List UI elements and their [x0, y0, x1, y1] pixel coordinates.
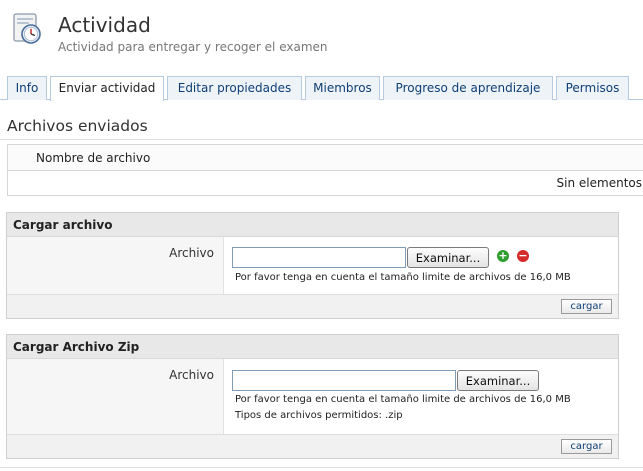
- upload-zip-panel: Cargar Archivo Zip Archivo Examinar... P…: [6, 334, 619, 459]
- panel-footer: cargar: [7, 294, 618, 318]
- submitted-files-table: Nombre de archivo Sin elementos: [7, 144, 643, 196]
- zip-file-path-input[interactable]: [232, 370, 456, 391]
- panel-header: Cargar archivo: [7, 213, 618, 237]
- table-header: Nombre de archivo: [8, 145, 643, 171]
- zip-file-field-label: Archivo: [169, 368, 214, 382]
- panel-footer: cargar: [7, 434, 618, 458]
- add-icon[interactable]: +: [497, 250, 509, 262]
- bottom-divider: [0, 467, 643, 468]
- page-header: Actividad Actividad para entregar y reco…: [0, 0, 643, 74]
- browse-button[interactable]: Examinar...: [407, 247, 489, 268]
- file-field-label: Archivo: [169, 246, 214, 260]
- tab-progreso-de-aprendizaje[interactable]: Progreso de aprendizaje: [383, 76, 553, 100]
- page-subtitle: Actividad para entregar y recoger el exa…: [58, 40, 328, 54]
- tab-miembros[interactable]: Miembros: [305, 76, 380, 100]
- page-title: Actividad: [58, 13, 151, 37]
- allowed-types-note: Tipos de archivos permitidos: .zip: [235, 410, 403, 421]
- panel-header: Cargar Archivo Zip: [7, 335, 618, 359]
- empty-table-message: Sin elementos: [556, 176, 642, 190]
- section-title-archivos-enviados: Archivos enviados: [7, 117, 148, 135]
- file-size-note: Por favor tenga en cuenta el tamaño limi…: [235, 272, 571, 283]
- file-path-input[interactable]: [232, 247, 406, 268]
- remove-icon[interactable]: −: [517, 250, 529, 262]
- tab-enviar-actividad[interactable]: Enviar actividad: [50, 76, 164, 101]
- field-label-column: Archivo: [7, 359, 224, 434]
- tab-info[interactable]: Info: [7, 76, 47, 100]
- upload-button[interactable]: cargar: [561, 299, 612, 314]
- section-divider: [0, 139, 643, 140]
- zip-file-size-note: Por favor tenga en cuenta el tamaño limi…: [235, 394, 571, 405]
- zip-upload-button[interactable]: cargar: [561, 439, 612, 454]
- upload-file-panel: Cargar archivo Archivo Examinar... + − P…: [6, 212, 619, 319]
- panel-title-cargar-archivo: Cargar archivo: [13, 218, 113, 232]
- panel-title-cargar-archivo-zip: Cargar Archivo Zip: [13, 340, 140, 354]
- tab-editar-propiedades[interactable]: Editar propiedades: [167, 76, 302, 100]
- clock-document-icon: [13, 13, 41, 44]
- tab-permisos[interactable]: Permisos: [556, 76, 629, 100]
- field-label-column: Archivo: [7, 237, 224, 294]
- zip-browse-button[interactable]: Examinar...: [457, 370, 539, 391]
- tab-bar: Info Enviar actividad Editar propiedades…: [0, 76, 643, 101]
- column-header-nombre-de-archivo[interactable]: Nombre de archivo: [36, 151, 150, 165]
